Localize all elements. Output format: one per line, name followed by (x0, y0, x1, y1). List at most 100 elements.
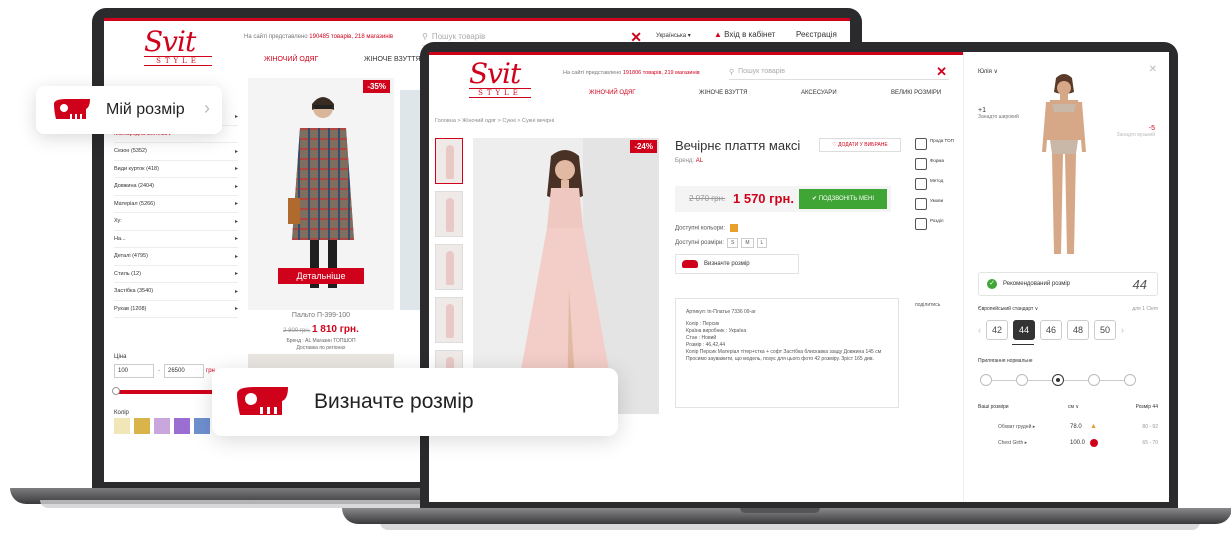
sizes-label: Доступні розміри: (675, 240, 725, 246)
price-range-handle[interactable] (112, 387, 120, 395)
return-icon (915, 198, 927, 210)
nav-plus-sizes[interactable]: ВЕЛИКІ РОЗМІРИ (891, 90, 941, 96)
search-input[interactable]: ⚲ Пошук товарів ✕ (729, 64, 949, 80)
fit-tight-caption: Занадто вузький (1116, 132, 1155, 138)
product-brand: Бренд : AL Магазин ТОПШОП (286, 338, 356, 344)
thumbnail[interactable] (435, 297, 463, 343)
fit-slider-step[interactable] (1088, 374, 1100, 386)
product-card-image[interactable]: -35% Детальніше (248, 78, 394, 310)
call-me-button[interactable]: ✔ ПОДЗВОНІТЬ МЕНІ (799, 189, 887, 209)
nav-women-clothing[interactable]: ЖІНОЧИЙ ОДЯГ (264, 56, 318, 63)
details-button[interactable]: Детальніше (278, 268, 364, 284)
recommended-size-box: ✓ Рекомендований розмір 44 (978, 272, 1158, 296)
unit-select[interactable]: см ∨ (1068, 404, 1079, 410)
login-link[interactable]: ▲ Вхід в кабінет (714, 30, 775, 39)
filter-item[interactable]: Сезон (5352) ▸ (114, 143, 238, 161)
payment-icon (915, 158, 927, 170)
filter-item[interactable]: Застібка (3540) ▸ (114, 283, 238, 301)
fit-slider-step-selected[interactable] (1052, 374, 1064, 386)
thumbnail[interactable] (435, 138, 463, 184)
size-standard-select[interactable]: Європейський стандарт ∨ (978, 306, 1038, 312)
price-max-input[interactable]: 26500 (164, 364, 204, 378)
size-option[interactable]: S (727, 238, 739, 248)
fit-tight-note: -5 Занадто вузький (1116, 125, 1155, 138)
filter-item[interactable]: Довжина (2404) ▸ (114, 178, 238, 196)
seller-label: Прода ТОП (930, 138, 954, 143)
size-chip[interactable]: 46 (1040, 320, 1062, 340)
close-icon[interactable]: ✕ (1149, 64, 1157, 75)
measurement-value[interactable]: 78.0 (1070, 424, 1082, 430)
recommended-label: Рекомендований розмір (1003, 281, 1071, 287)
site-stats: На сайті представлено 191806 товарів, 21… (563, 70, 700, 76)
filter-item[interactable]: Стиль (12) ▸ (114, 266, 238, 283)
filter-item[interactable]: Види курток (418) ▸ (114, 161, 238, 178)
colors-label: Доступні кольори: (675, 225, 726, 232)
nav-women-clothing[interactable]: ЖІНОЧИЙ ОДЯГ (589, 90, 636, 96)
site-logo[interactable]: Svit STYLE (144, 28, 212, 66)
color-label: Колір (114, 410, 129, 416)
size-option[interactable]: L (756, 238, 768, 248)
fit-slider-step[interactable] (980, 374, 992, 386)
section-item[interactable]: Розділ (915, 218, 963, 230)
color-swatch[interactable] (154, 418, 170, 434)
thumbnail[interactable] (435, 244, 463, 290)
size-chip[interactable]: 42 (986, 320, 1008, 340)
payment-item[interactable]: Форма (915, 158, 963, 170)
delivery-item[interactable]: Метод (915, 178, 963, 190)
product-name[interactable]: Пальто П-399-100 (248, 312, 394, 319)
size-chip-selected[interactable]: 44 (1013, 320, 1035, 340)
size-chip[interactable]: 50 (1094, 320, 1116, 340)
color-option[interactable] (729, 224, 738, 232)
filter-item[interactable]: Деталі (4795) ▸ (114, 248, 238, 266)
check-icon: ✓ (987, 279, 997, 289)
body-avatar-image (1042, 74, 1086, 254)
nav-accessories[interactable]: АКСЕСУАРИ (801, 90, 837, 96)
nav-women-shoes[interactable]: ЖІНОЧЕ ВЗУТТЯ (699, 90, 747, 96)
filter-item[interactable]: Матеріал (5266) ▸ (114, 196, 238, 213)
seller-item[interactable]: Прода ТОП (915, 138, 963, 150)
find-size-button[interactable]: Визначте розмір (675, 254, 799, 274)
old-price: 2 070 грн. (689, 194, 726, 203)
chevron-right-icon[interactable]: › (1121, 325, 1124, 335)
find-size-card[interactable]: Визначте розмір (212, 368, 618, 436)
thumbnail[interactable] (435, 191, 463, 237)
brand-value[interactable]: AL (696, 158, 703, 164)
product-title: Вечірнє плаття максі (675, 138, 801, 153)
filter-label: На... (114, 235, 126, 242)
filter-item[interactable]: Рукав (1208) ▸ (114, 301, 238, 318)
product-old-price: 2 800 грн. (283, 328, 311, 334)
register-link[interactable]: Реєстрація (796, 30, 837, 39)
site-logo[interactable]: Svit STYLE (469, 60, 531, 98)
terms-item[interactable]: Умови (915, 198, 963, 210)
size-chip[interactable]: 48 (1067, 320, 1089, 340)
my-size-card[interactable]: Мій розмір › (36, 86, 222, 134)
filter-label: Довжина (2404) (114, 183, 154, 190)
chevron-right-icon: ▸ (234, 113, 238, 120)
search-placeholder: Пошук товарів (738, 68, 785, 75)
color-swatch[interactable] (174, 418, 190, 434)
filter-item[interactable]: На... ▸ (114, 231, 238, 248)
store-icon (915, 218, 927, 230)
add-to-wishlist-button[interactable]: ♡ ДОДАТИ У ВИБРАНЕ (819, 138, 901, 152)
clear-search-icon[interactable]: ✕ (936, 64, 947, 80)
find-size-label: Визначте розмір (704, 261, 750, 267)
filter-label: Види курток (418) (114, 165, 159, 172)
profile-select[interactable]: Юлія ∨ (978, 68, 998, 75)
measurement-value[interactable]: 100.0 (1070, 440, 1085, 446)
chevron-left-icon[interactable]: ‹ (978, 325, 981, 335)
fit-slider-step[interactable] (1124, 374, 1136, 386)
filter-item[interactable]: Ху: ▸ (114, 213, 238, 231)
color-swatch[interactable] (134, 418, 150, 434)
fit-slider-step[interactable] (1016, 374, 1028, 386)
language-select[interactable]: Українська ▾ (656, 32, 691, 39)
filter-label: Матеріал (5266) (114, 200, 156, 207)
color-swatch[interactable] (194, 418, 210, 434)
nav-women-shoes[interactable]: ЖІНОЧЕ ВЗУТТЯ (364, 56, 421, 63)
price-min-input[interactable]: 100 (114, 364, 154, 378)
breadcrumb[interactable]: Головна > Жіночий одяг > Сукні > Сукні в… (435, 118, 554, 124)
size-option[interactable]: M (741, 238, 754, 248)
share-link[interactable]: поділитись (915, 302, 940, 308)
selected-size-underline (1012, 344, 1034, 345)
color-swatch[interactable] (114, 418, 130, 434)
desc-line: Колір Персик Матеріал тітер+стка + софт … (686, 349, 882, 362)
